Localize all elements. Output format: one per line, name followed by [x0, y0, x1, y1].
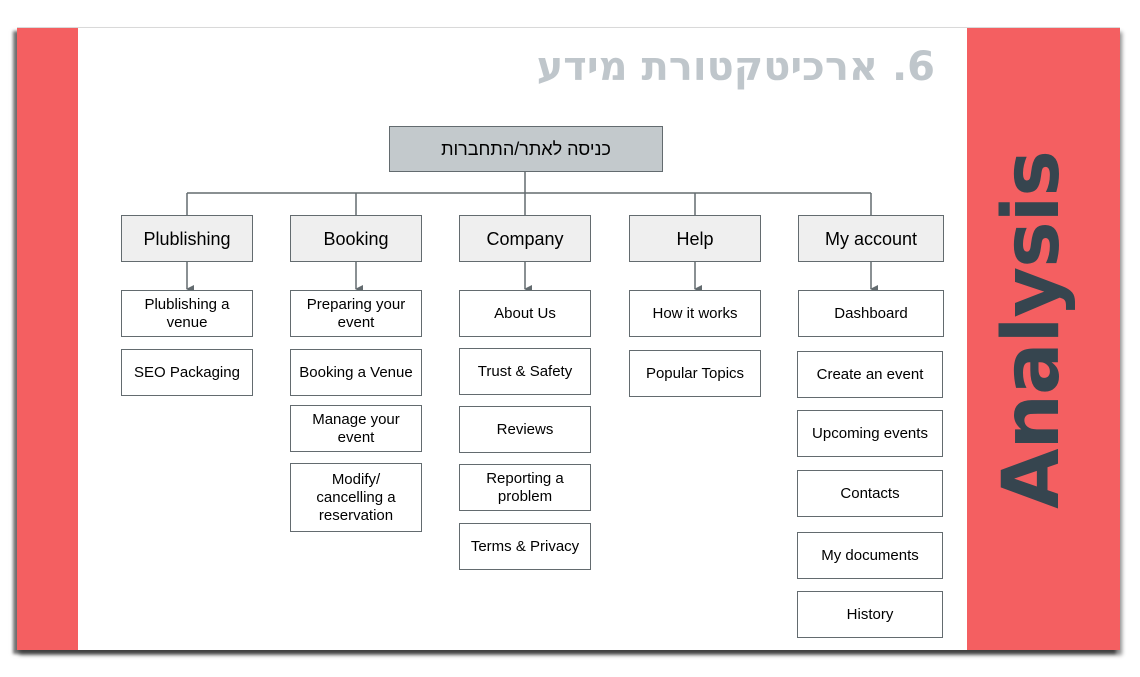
child-node: Booking a Venue — [290, 349, 422, 396]
child-node: Preparing your event — [290, 290, 422, 337]
child-node: Manage your event — [290, 405, 422, 452]
category-my-account: My account — [798, 215, 944, 262]
child-node: About Us — [459, 290, 591, 337]
child-node: Upcoming events — [797, 410, 943, 457]
child-node: Reporting a problem — [459, 464, 591, 511]
child-node: How it works — [629, 290, 761, 337]
category-company: Company — [459, 215, 591, 262]
category-booking: Booking — [290, 215, 422, 262]
child-node: Plublishing a venue — [121, 290, 253, 337]
child-node: Contacts — [797, 470, 943, 517]
left-accent-band — [17, 28, 78, 650]
child-node: SEO Packaging — [121, 349, 253, 396]
child-node: Dashboard — [798, 290, 944, 337]
child-node: Modify/ cancelling a reservation — [290, 463, 422, 532]
child-node: Popular Topics — [629, 350, 761, 397]
slide-title: 6. ארכיטקטורת מידע — [536, 44, 935, 90]
section-label: Analysis — [987, 151, 1077, 509]
category-help: Help — [629, 215, 761, 262]
category-plublishing: Plublishing — [121, 215, 253, 262]
child-node: History — [797, 591, 943, 638]
child-node: Terms & Privacy — [459, 523, 591, 570]
child-node: Reviews — [459, 406, 591, 453]
child-node: Create an event — [797, 351, 943, 398]
root-node: כניסה לאתר/התחברות — [389, 126, 663, 172]
child-node: Trust & Safety — [459, 348, 591, 395]
child-node: My documents — [797, 532, 943, 579]
